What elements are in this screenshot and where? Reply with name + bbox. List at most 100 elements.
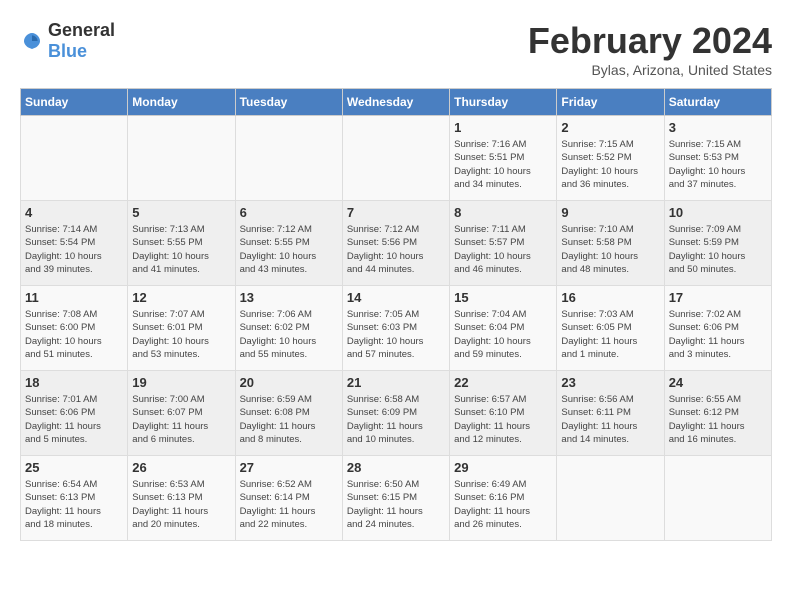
day-info: Sunrise: 7:08 AM Sunset: 6:00 PM Dayligh… bbox=[25, 308, 123, 361]
calendar-cell: 18 Sunrise: 7:01 AM Sunset: 6:06 PM Dayli… bbox=[21, 371, 128, 456]
day-number: 22 bbox=[454, 375, 552, 390]
calendar-cell: 15 Sunrise: 7:04 AM Sunset: 6:04 PM Dayli… bbox=[450, 286, 557, 371]
day-info: Sunrise: 7:13 AM Sunset: 5:55 PM Dayligh… bbox=[132, 223, 230, 276]
calendar-cell: 14 Sunrise: 7:05 AM Sunset: 6:03 PM Dayli… bbox=[342, 286, 449, 371]
day-number: 1 bbox=[454, 120, 552, 135]
day-info: Sunrise: 7:00 AM Sunset: 6:07 PM Dayligh… bbox=[132, 393, 230, 446]
day-header-friday: Friday bbox=[557, 89, 664, 116]
calendar-cell: 2 Sunrise: 7:15 AM Sunset: 5:52 PM Daylig… bbox=[557, 116, 664, 201]
day-info: Sunrise: 7:07 AM Sunset: 6:01 PM Dayligh… bbox=[132, 308, 230, 361]
day-number: 14 bbox=[347, 290, 445, 305]
day-number: 25 bbox=[25, 460, 123, 475]
day-info: Sunrise: 6:55 AM Sunset: 6:12 PM Dayligh… bbox=[669, 393, 767, 446]
calendar-cell: 7 Sunrise: 7:12 AM Sunset: 5:56 PM Daylig… bbox=[342, 201, 449, 286]
logo-icon bbox=[20, 29, 44, 53]
day-info: Sunrise: 6:56 AM Sunset: 6:11 PM Dayligh… bbox=[561, 393, 659, 446]
title-block: February 2024 Bylas, Arizona, United Sta… bbox=[528, 20, 772, 78]
calendar-cell: 19 Sunrise: 7:00 AM Sunset: 6:07 PM Dayli… bbox=[128, 371, 235, 456]
day-info: Sunrise: 6:53 AM Sunset: 6:13 PM Dayligh… bbox=[132, 478, 230, 531]
day-number: 16 bbox=[561, 290, 659, 305]
calendar-cell: 13Sunrise: 7:06 AM Sunset: 6:02 PM Dayli… bbox=[235, 286, 342, 371]
day-header-thursday: Thursday bbox=[450, 89, 557, 116]
calendar-cell: 29 Sunrise: 6:49 AM Sunset: 6:16 PM Dayli… bbox=[450, 456, 557, 541]
day-info: Sunrise: 7:15 AM Sunset: 5:53 PM Dayligh… bbox=[669, 138, 767, 191]
calendar-body: 1 Sunrise: 7:16 AM Sunset: 5:51 PM Daylig… bbox=[21, 116, 772, 541]
day-number: 29 bbox=[454, 460, 552, 475]
calendar-cell bbox=[342, 116, 449, 201]
calendar-cell bbox=[128, 116, 235, 201]
calendar-cell: 16Sunrise: 7:03 AM Sunset: 6:05 PM Dayli… bbox=[557, 286, 664, 371]
day-number: 26 bbox=[132, 460, 230, 475]
day-number: 27 bbox=[240, 460, 338, 475]
day-number: 23 bbox=[561, 375, 659, 390]
calendar-cell: 8Sunrise: 7:11 AM Sunset: 5:57 PM Daylig… bbox=[450, 201, 557, 286]
day-info: Sunrise: 7:01 AM Sunset: 6:06 PM Dayligh… bbox=[25, 393, 123, 446]
calendar-week-row: 4 Sunrise: 7:14 AM Sunset: 5:54 PM Daylig… bbox=[21, 201, 772, 286]
day-number: 7 bbox=[347, 205, 445, 220]
calendar-cell: 20 Sunrise: 6:59 AM Sunset: 6:08 PM Dayli… bbox=[235, 371, 342, 456]
day-info: Sunrise: 6:59 AM Sunset: 6:08 PM Dayligh… bbox=[240, 393, 338, 446]
calendar-cell: 25 Sunrise: 6:54 AM Sunset: 6:13 PM Dayli… bbox=[21, 456, 128, 541]
day-number: 19 bbox=[132, 375, 230, 390]
day-number: 18 bbox=[25, 375, 123, 390]
calendar-cell: 27 Sunrise: 6:52 AM Sunset: 6:14 PM Dayli… bbox=[235, 456, 342, 541]
calendar-cell: 12 Sunrise: 7:07 AM Sunset: 6:01 PM Dayli… bbox=[128, 286, 235, 371]
day-info: Sunrise: 7:05 AM Sunset: 6:03 PM Dayligh… bbox=[347, 308, 445, 361]
calendar-cell bbox=[21, 116, 128, 201]
day-header-sunday: Sunday bbox=[21, 89, 128, 116]
location-title: Bylas, Arizona, United States bbox=[528, 62, 772, 78]
day-info: Sunrise: 7:06 AM Sunset: 6:02 PM Dayligh… bbox=[240, 308, 338, 361]
day-header-saturday: Saturday bbox=[664, 89, 771, 116]
day-info: Sunrise: 7:14 AM Sunset: 5:54 PM Dayligh… bbox=[25, 223, 123, 276]
day-info: Sunrise: 6:58 AM Sunset: 6:09 PM Dayligh… bbox=[347, 393, 445, 446]
calendar-week-row: 1 Sunrise: 7:16 AM Sunset: 5:51 PM Daylig… bbox=[21, 116, 772, 201]
calendar-cell: 22 Sunrise: 6:57 AM Sunset: 6:10 PM Dayli… bbox=[450, 371, 557, 456]
day-number: 8 bbox=[454, 205, 552, 220]
page-header: General Blue February 2024 Bylas, Arizon… bbox=[20, 20, 772, 78]
logo-blue: Blue bbox=[48, 41, 87, 61]
day-number: 11 bbox=[25, 290, 123, 305]
day-number: 6 bbox=[240, 205, 338, 220]
day-number: 5 bbox=[132, 205, 230, 220]
calendar-table: SundayMondayTuesdayWednesdayThursdayFrid… bbox=[20, 88, 772, 541]
calendar-cell: 4 Sunrise: 7:14 AM Sunset: 5:54 PM Daylig… bbox=[21, 201, 128, 286]
calendar-cell: 9 Sunrise: 7:10 AM Sunset: 5:58 PM Daylig… bbox=[557, 201, 664, 286]
day-number: 12 bbox=[132, 290, 230, 305]
calendar-header-row: SundayMondayTuesdayWednesdayThursdayFrid… bbox=[21, 89, 772, 116]
day-info: Sunrise: 7:12 AM Sunset: 5:56 PM Dayligh… bbox=[347, 223, 445, 276]
calendar-cell: 11 Sunrise: 7:08 AM Sunset: 6:00 PM Dayli… bbox=[21, 286, 128, 371]
calendar-cell: 24 Sunrise: 6:55 AM Sunset: 6:12 PM Dayli… bbox=[664, 371, 771, 456]
day-info: Sunrise: 7:10 AM Sunset: 5:58 PM Dayligh… bbox=[561, 223, 659, 276]
calendar-cell: 3 Sunrise: 7:15 AM Sunset: 5:53 PM Daylig… bbox=[664, 116, 771, 201]
calendar-cell bbox=[235, 116, 342, 201]
day-info: Sunrise: 6:57 AM Sunset: 6:10 PM Dayligh… bbox=[454, 393, 552, 446]
day-number: 4 bbox=[25, 205, 123, 220]
logo-text: General Blue bbox=[48, 20, 115, 62]
day-number: 2 bbox=[561, 120, 659, 135]
day-number: 10 bbox=[669, 205, 767, 220]
day-number: 20 bbox=[240, 375, 338, 390]
day-info: Sunrise: 6:54 AM Sunset: 6:13 PM Dayligh… bbox=[25, 478, 123, 531]
day-number: 15 bbox=[454, 290, 552, 305]
calendar-cell: 26 Sunrise: 6:53 AM Sunset: 6:13 PM Dayli… bbox=[128, 456, 235, 541]
calendar-week-row: 18 Sunrise: 7:01 AM Sunset: 6:06 PM Dayli… bbox=[21, 371, 772, 456]
calendar-week-row: 25 Sunrise: 6:54 AM Sunset: 6:13 PM Dayli… bbox=[21, 456, 772, 541]
calendar-cell: 6Sunrise: 7:12 AM Sunset: 5:55 PM Daylig… bbox=[235, 201, 342, 286]
day-info: Sunrise: 7:15 AM Sunset: 5:52 PM Dayligh… bbox=[561, 138, 659, 191]
day-info: Sunrise: 7:16 AM Sunset: 5:51 PM Dayligh… bbox=[454, 138, 552, 191]
day-number: 24 bbox=[669, 375, 767, 390]
day-number: 21 bbox=[347, 375, 445, 390]
day-number: 3 bbox=[669, 120, 767, 135]
day-info: Sunrise: 6:50 AM Sunset: 6:15 PM Dayligh… bbox=[347, 478, 445, 531]
calendar-cell: 28 Sunrise: 6:50 AM Sunset: 6:15 PM Dayli… bbox=[342, 456, 449, 541]
day-header-monday: Monday bbox=[128, 89, 235, 116]
day-info: Sunrise: 6:52 AM Sunset: 6:14 PM Dayligh… bbox=[240, 478, 338, 531]
calendar-week-row: 11 Sunrise: 7:08 AM Sunset: 6:00 PM Dayli… bbox=[21, 286, 772, 371]
calendar-cell: 21 Sunrise: 6:58 AM Sunset: 6:09 PM Dayli… bbox=[342, 371, 449, 456]
day-number: 28 bbox=[347, 460, 445, 475]
day-info: Sunrise: 6:49 AM Sunset: 6:16 PM Dayligh… bbox=[454, 478, 552, 531]
day-number: 9 bbox=[561, 205, 659, 220]
logo: General Blue bbox=[20, 20, 115, 62]
day-header-tuesday: Tuesday bbox=[235, 89, 342, 116]
day-info: Sunrise: 7:04 AM Sunset: 6:04 PM Dayligh… bbox=[454, 308, 552, 361]
